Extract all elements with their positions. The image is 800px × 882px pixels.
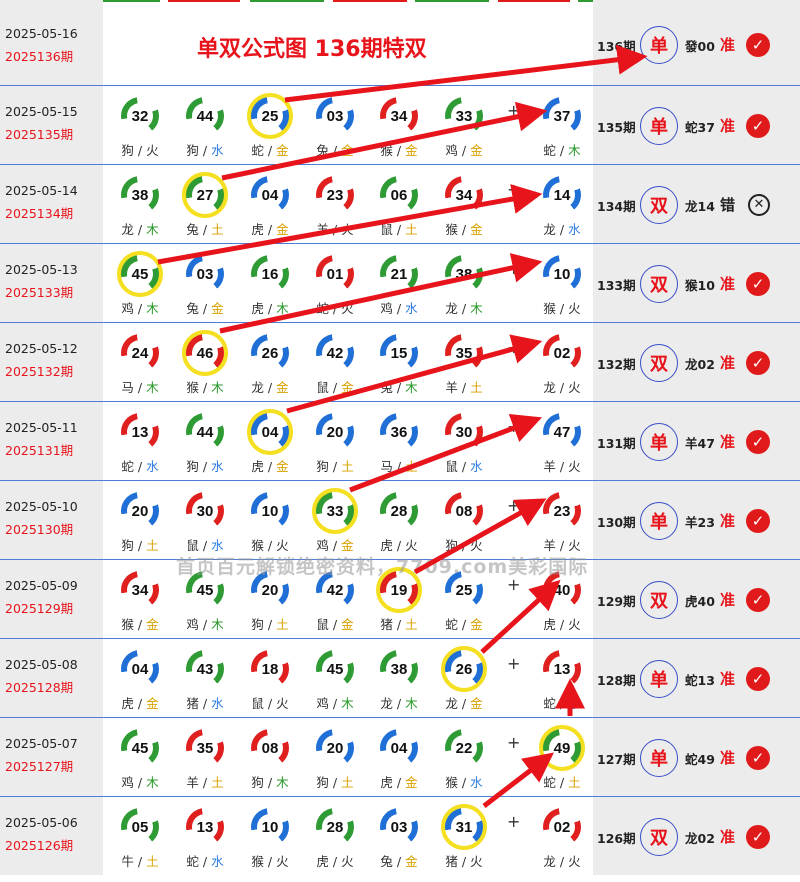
trend-arrow <box>349 413 543 493</box>
trend-arrow <box>413 498 547 575</box>
trend-arrow <box>482 752 554 808</box>
trend-arrow <box>219 253 543 334</box>
trend-arrow <box>221 101 548 181</box>
trend-arrow <box>480 579 561 654</box>
arrow-overlay <box>157 44 648 808</box>
trend-arrow <box>157 184 543 265</box>
trend-arrow <box>284 44 648 103</box>
trend-arrow <box>286 334 543 414</box>
